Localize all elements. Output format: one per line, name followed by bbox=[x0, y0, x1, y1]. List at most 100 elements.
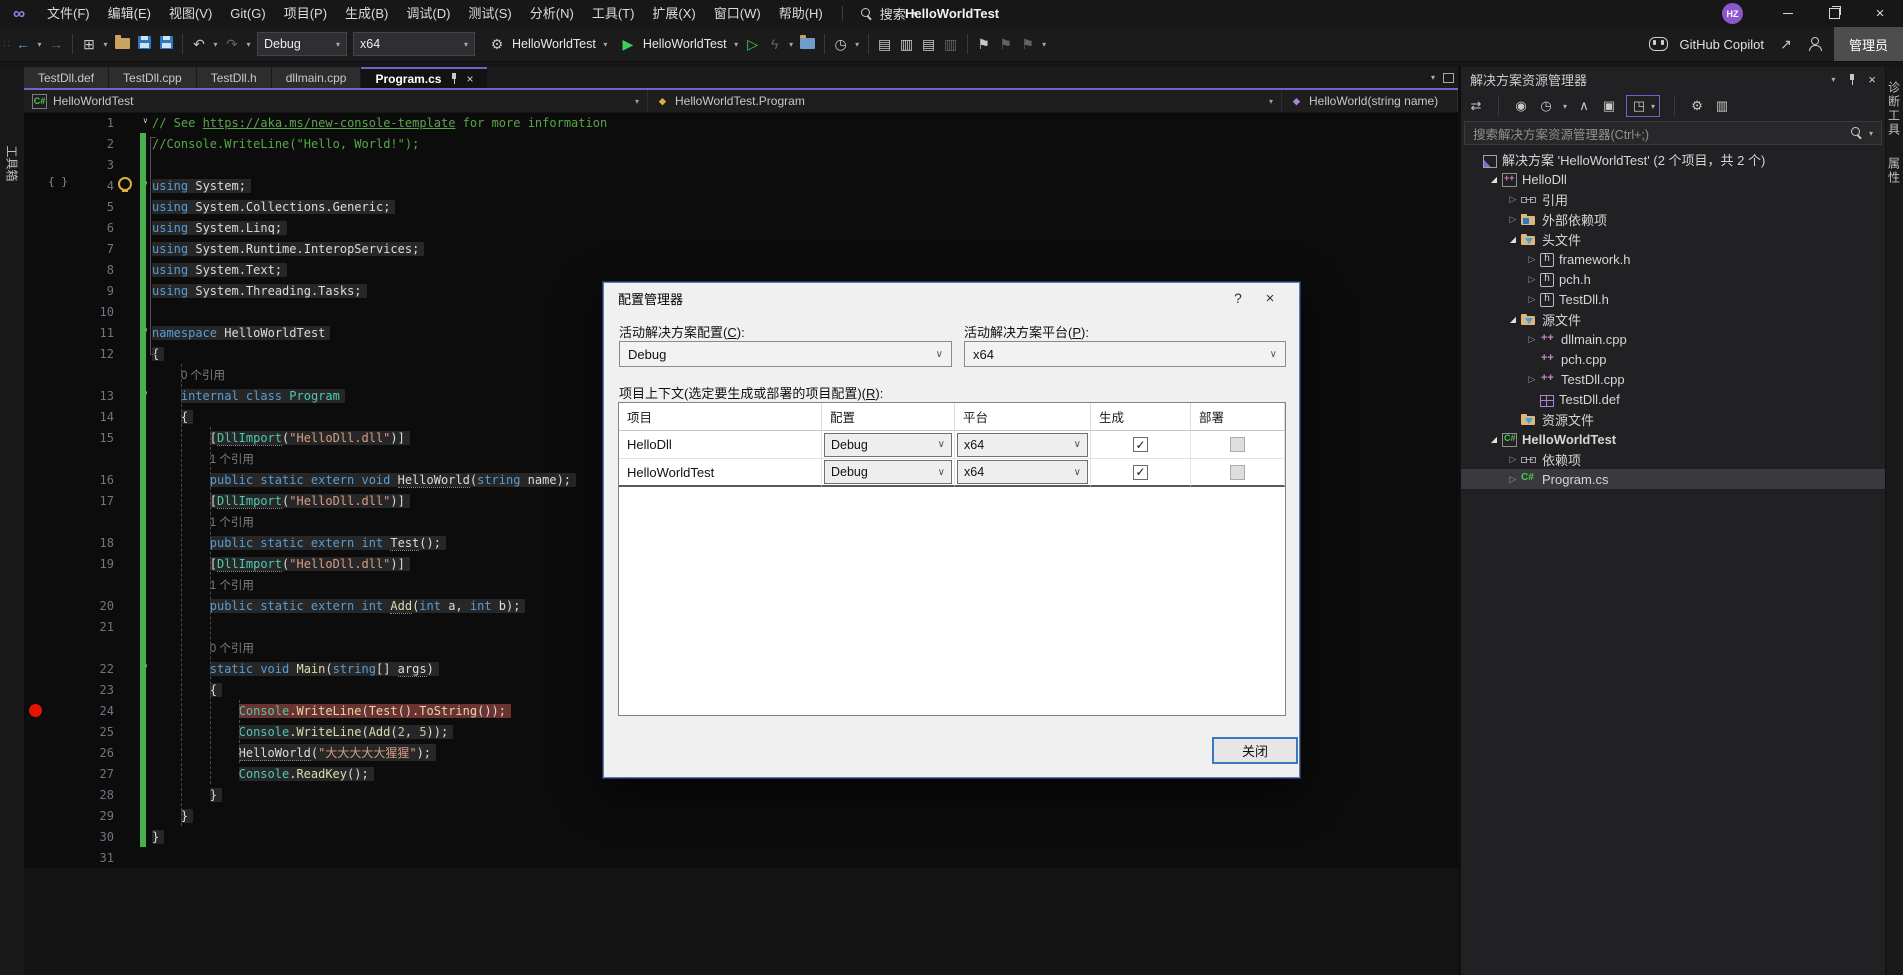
breakpoint-gutter[interactable] bbox=[24, 742, 48, 763]
tree-item-dllmain.cpp[interactable]: ▷dllmain.cpp bbox=[1461, 329, 1885, 349]
switch-views-icon[interactable]: ⇄ bbox=[1468, 98, 1484, 114]
expander-icon[interactable]: ▷ bbox=[1524, 294, 1540, 305]
menu-视图(V)[interactable]: 视图(V) bbox=[160, 0, 221, 27]
codelens-references[interactable]: 1 个引用 bbox=[210, 514, 254, 530]
close-icon[interactable]: × bbox=[1868, 72, 1876, 87]
start-debugging-icon[interactable]: ▶ bbox=[617, 36, 639, 53]
breakpoint-gutter[interactable] bbox=[24, 301, 48, 322]
tree-item-HelloWorldTest[interactable]: ◢HelloWorldTest bbox=[1461, 429, 1885, 449]
tree-item-TestDll.h[interactable]: ▷TestDll.h bbox=[1461, 289, 1885, 309]
expander-icon[interactable]: ◢ bbox=[1505, 315, 1521, 324]
navigate-forward-icon[interactable]: → bbox=[45, 36, 67, 52]
close-button[interactable]: × bbox=[1857, 0, 1903, 27]
build-checkbox[interactable]: ✓ bbox=[1133, 437, 1148, 452]
expander-icon[interactable]: ◢ bbox=[1505, 235, 1521, 244]
chevron-down-icon[interactable]: ▾ bbox=[852, 40, 863, 49]
menu-扩展(X)[interactable]: 扩展(X) bbox=[643, 0, 704, 27]
menu-生成(B)[interactable]: 生成(B) bbox=[336, 0, 397, 27]
breakpoint-gutter[interactable] bbox=[24, 238, 48, 259]
open-file-icon[interactable] bbox=[111, 36, 133, 52]
chevron-down-icon[interactable]: ▾ bbox=[243, 40, 254, 49]
breakpoint-gutter[interactable] bbox=[24, 511, 48, 532]
breakpoint-gutter[interactable] bbox=[24, 700, 48, 721]
chevron-down-icon[interactable]: ▾ bbox=[100, 40, 111, 49]
float-tab-icon[interactable] bbox=[1443, 73, 1454, 83]
solution-platform-dropdown[interactable]: x64 ▾ bbox=[353, 32, 475, 56]
close-dialog-button[interactable]: 关闭 bbox=[1212, 737, 1298, 764]
chevron-down-icon[interactable]: ▾ bbox=[1563, 102, 1567, 111]
platform-dropdown[interactable]: x64∨ bbox=[957, 460, 1088, 484]
menu-帮助(H)[interactable]: 帮助(H) bbox=[770, 0, 832, 27]
menu-Git(G)[interactable]: Git(G) bbox=[221, 0, 274, 27]
breakpoint-gutter[interactable] bbox=[24, 154, 48, 175]
breakpoint-gutter[interactable] bbox=[24, 595, 48, 616]
menu-文件(F)[interactable]: 文件(F) bbox=[38, 0, 99, 27]
tree-item-资源文件[interactable]: 资源文件 bbox=[1461, 409, 1885, 429]
breakpoint-gutter[interactable] bbox=[24, 826, 48, 847]
breadcrumb-segment-0[interactable]: C#HelloWorldTest▾ bbox=[24, 90, 648, 112]
chevron-down-icon[interactable]: ▾ bbox=[34, 40, 45, 49]
breakpoint-gutter[interactable] bbox=[24, 259, 48, 280]
toolbar-drag-handle[interactable]: ∷ bbox=[0, 39, 12, 50]
tree-item-源文件[interactable]: ◢源文件 bbox=[1461, 309, 1885, 329]
breakpoint-gutter[interactable] bbox=[24, 658, 48, 679]
menu-调试(D)[interactable]: 调试(D) bbox=[397, 0, 459, 27]
codelens-references[interactable]: 1 个引用 bbox=[210, 451, 254, 467]
restore-button[interactable] bbox=[1811, 0, 1857, 27]
breakpoint-gutter[interactable] bbox=[24, 112, 48, 133]
expander-icon[interactable]: ▷ bbox=[1524, 334, 1540, 345]
breakpoint-gutter[interactable] bbox=[24, 448, 48, 469]
all-files-icon[interactable]: ◉ bbox=[1513, 98, 1529, 114]
dialog-close-button[interactable]: × bbox=[1255, 290, 1285, 307]
add-user-icon[interactable] bbox=[1808, 37, 1823, 51]
navigate-back-icon[interactable]: ← bbox=[12, 36, 34, 52]
codelens-references[interactable]: 0 个引用 bbox=[210, 640, 254, 656]
expander-icon[interactable]: ▷ bbox=[1524, 374, 1540, 385]
tab-TestDll.def[interactable]: TestDll.def bbox=[24, 67, 108, 88]
chevron-down-icon[interactable]: ▾ bbox=[731, 40, 742, 49]
breakpoint-gutter[interactable] bbox=[24, 679, 48, 700]
help-button[interactable]: ? bbox=[1221, 290, 1255, 306]
tree-item-pch.cpp[interactable]: pch.cpp bbox=[1461, 349, 1885, 369]
share-icon[interactable]: ↗ bbox=[1775, 36, 1797, 53]
window-position-icon[interactable]: ▾ bbox=[1831, 75, 1835, 84]
close-icon[interactable]: × bbox=[466, 72, 473, 86]
previous-bookmark-icon[interactable]: ⚑ bbox=[995, 36, 1017, 53]
breadcrumb-segment-1[interactable]: ◆HelloWorldTest.Program▾ bbox=[648, 90, 1282, 112]
active-config-dropdown[interactable]: Debug ∨ bbox=[619, 341, 952, 367]
lightbulb-icon[interactable] bbox=[118, 177, 132, 191]
build-checkbox[interactable]: ✓ bbox=[1133, 465, 1148, 480]
wrench-icon[interactable]: ⚙ bbox=[1689, 98, 1705, 114]
menu-分析(N)[interactable]: 分析(N) bbox=[521, 0, 583, 27]
tab-TestDll.cpp[interactable]: TestDll.cpp bbox=[109, 67, 196, 88]
menu-测试(S)[interactable]: 测试(S) bbox=[459, 0, 520, 27]
tab-dllmain.cpp[interactable]: dllmain.cpp bbox=[272, 67, 361, 88]
undo-icon[interactable]: ↶ bbox=[188, 36, 210, 53]
expander-icon[interactable]: ▷ bbox=[1524, 274, 1540, 285]
pin-icon[interactable] bbox=[449, 73, 458, 84]
expander-icon[interactable]: ◢ bbox=[1486, 435, 1502, 444]
tree-item-解决方案 'HelloWorldTest' (2 个项目，共 2 个)[interactable]: 解决方案 'HelloWorldTest' (2 个项目，共 2 个) bbox=[1461, 149, 1885, 169]
tree-item-引用[interactable]: ▷引用 bbox=[1461, 189, 1885, 209]
add-item-icon[interactable] bbox=[797, 36, 819, 52]
breakpoint-gutter[interactable] bbox=[24, 364, 48, 385]
step-history-icon[interactable]: ◷ bbox=[830, 36, 852, 53]
pin-icon[interactable] bbox=[1847, 74, 1856, 85]
preview-icon[interactable]: ▥ bbox=[940, 36, 962, 53]
tree-item-依赖项[interactable]: ▷依赖项 bbox=[1461, 449, 1885, 469]
expander-icon[interactable]: ◢ bbox=[1486, 175, 1502, 184]
run-target-label[interactable]: HelloWorldTest bbox=[643, 37, 727, 51]
toolbox-tab[interactable]: 工具箱 bbox=[4, 138, 21, 190]
breakpoint-gutter[interactable] bbox=[24, 784, 48, 805]
active-platform-dropdown[interactable]: x64 ∨ bbox=[964, 341, 1286, 367]
menu-项目(P)[interactable]: 项目(P) bbox=[275, 0, 336, 27]
breadcrumb-segment-2[interactable]: ◆HelloWorld(string name) bbox=[1282, 90, 1458, 112]
breakpoint-gutter[interactable] bbox=[24, 427, 48, 448]
breakpoint-gutter[interactable] bbox=[24, 217, 48, 238]
tree-item-Program.cs[interactable]: ▷Program.cs bbox=[1461, 469, 1885, 489]
platform-dropdown[interactable]: x64∨ bbox=[957, 433, 1088, 457]
breakpoint-gutter[interactable] bbox=[24, 343, 48, 364]
menu-编辑(E)[interactable]: 编辑(E) bbox=[99, 0, 160, 27]
chevron-down-icon[interactable]: ▾ bbox=[786, 40, 797, 49]
tab-TestDll.h[interactable]: TestDll.h bbox=[197, 67, 271, 88]
